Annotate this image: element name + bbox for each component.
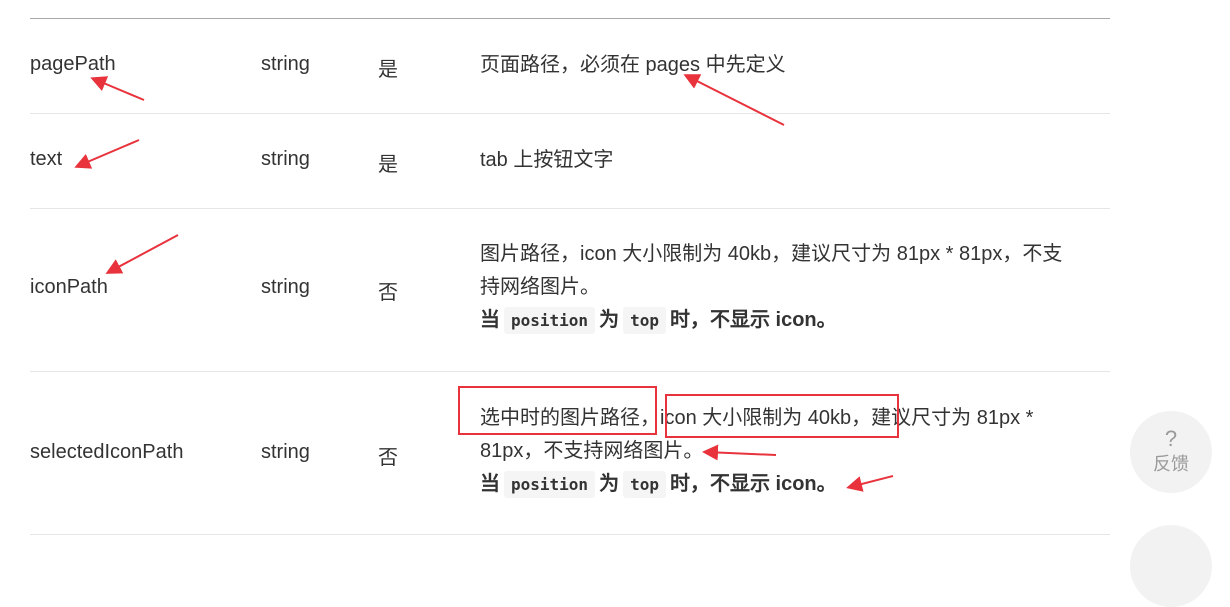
tabbar-properties-table: pagePath string 是 页面路径，必须在 pages 中先定义 te…: [30, 18, 1110, 565]
inline-code: top: [623, 471, 666, 498]
property-description: 页面路径，必须在 pages 中先定义: [480, 54, 786, 76]
description-note: 当 position 为 top 时，不显示 icon。: [480, 468, 1112, 501]
property-description: 图片路径，icon 大小限制为 40kb，建议尺寸为 81px * 81px，不…: [480, 238, 1112, 337]
note-text: 当: [480, 473, 500, 495]
property-required: 是: [378, 154, 398, 176]
property-name: text: [30, 148, 63, 170]
description-line: 81px，不支持网络图片。: [480, 440, 704, 462]
note-text: 为: [599, 309, 620, 331]
property-description: tab 上按钮文字: [480, 149, 614, 171]
floating-action-button[interactable]: [1130, 525, 1212, 607]
description-line: 持网络图片。: [480, 276, 600, 298]
feedback-label: 反馈: [1153, 454, 1189, 474]
note-text: 时，不显示 icon。: [669, 309, 837, 331]
inline-code: position: [504, 471, 596, 498]
property-type: string: [261, 53, 310, 75]
property-required: 否: [378, 447, 398, 469]
question-icon: ?: [1164, 426, 1178, 451]
inline-code: top: [623, 307, 666, 334]
description-note: 当 position 为 top 时，不显示 icon。: [480, 304, 1112, 337]
annotation-box: [458, 386, 657, 435]
property-type: string: [261, 276, 310, 298]
table-row: [30, 535, 1110, 565]
note-text: 时，不显示 icon。: [669, 473, 837, 495]
inline-code: position: [504, 307, 596, 334]
table-row: text string 是 tab 上按钮文字: [30, 114, 1110, 209]
table-row: pagePath string 是 页面路径，必须在 pages 中先定义: [30, 19, 1110, 114]
feedback-button[interactable]: ? 反馈: [1130, 411, 1212, 493]
property-name: pagePath: [30, 53, 116, 75]
description-line: 图片路径，icon 大小限制为 40kb，建议尺寸为 81px * 81px，不…: [480, 243, 1063, 265]
property-name: selectedIconPath: [30, 441, 184, 463]
property-required: 否: [378, 282, 398, 304]
property-type: string: [261, 441, 310, 463]
note-text: 当: [480, 309, 500, 331]
property-name: iconPath: [30, 276, 108, 298]
property-type: string: [261, 148, 310, 170]
annotation-box: [665, 394, 899, 438]
property-required: 是: [378, 59, 398, 81]
note-text: 为: [599, 473, 620, 495]
table-row: iconPath string 否 图片路径，icon 大小限制为 40kb，建…: [30, 209, 1110, 372]
